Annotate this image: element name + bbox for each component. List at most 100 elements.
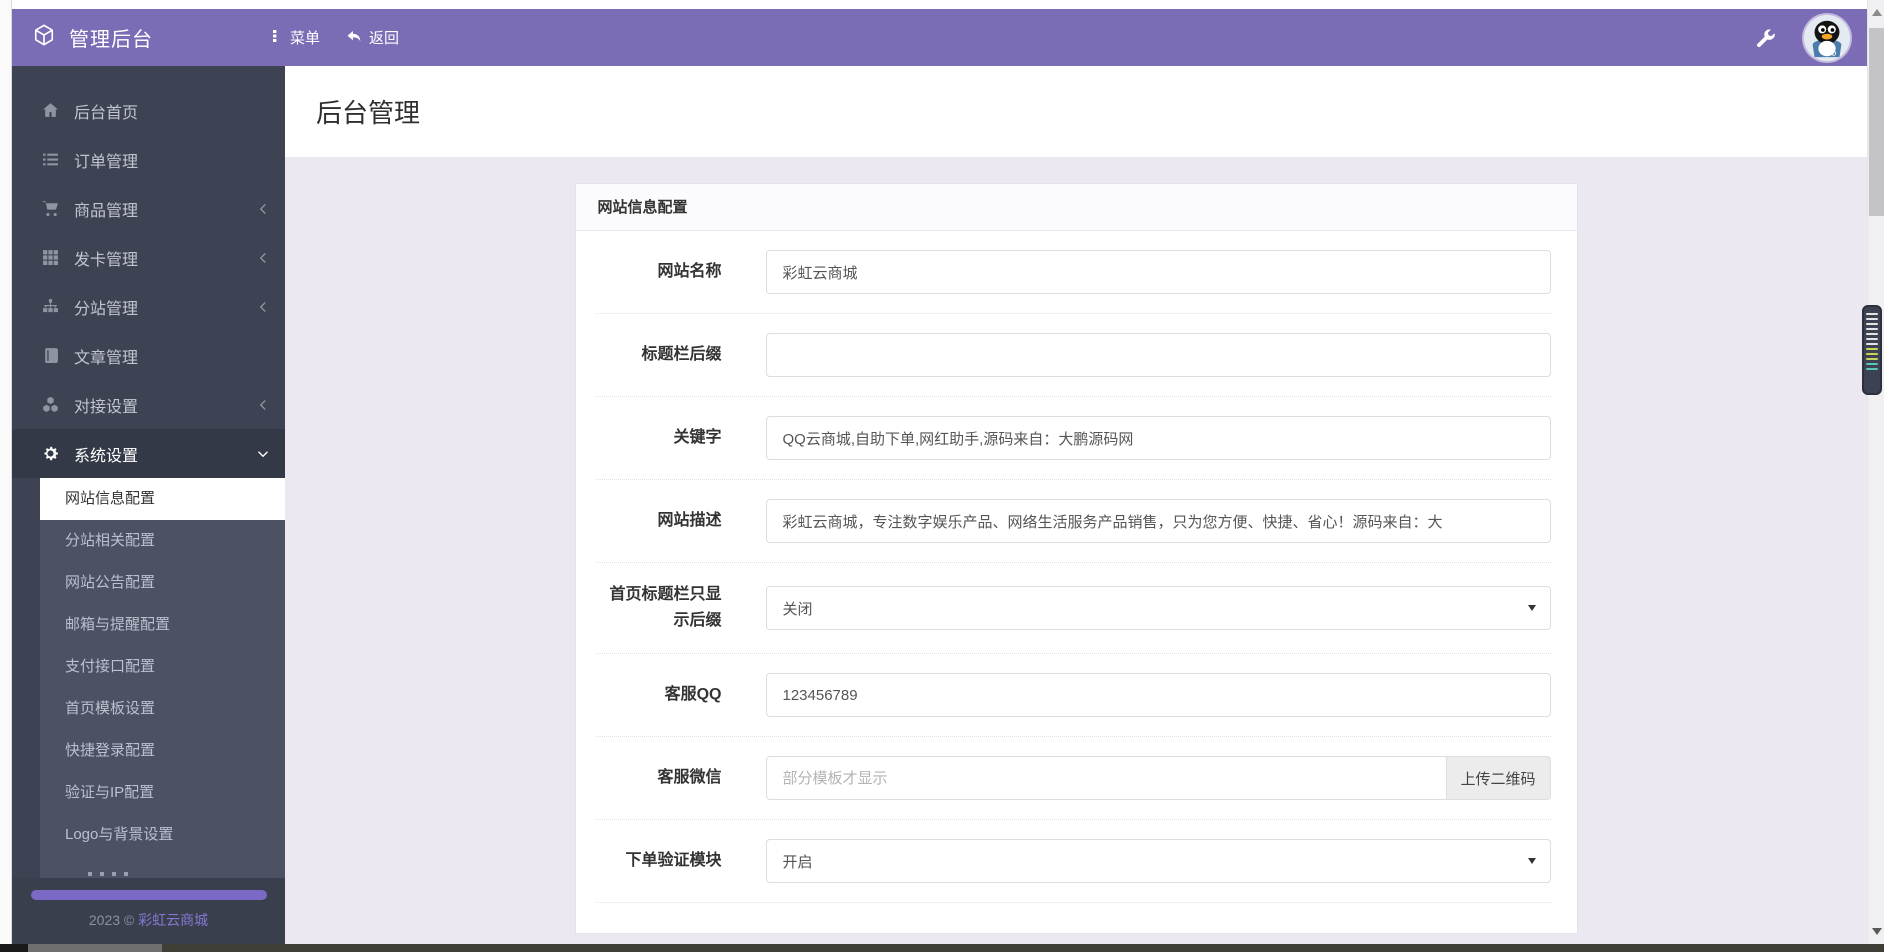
site-info-panel: 网站信息配置 网站名称标题栏后缀关键字网站描述首页标题栏只显示后缀 关闭客服QQ 客… bbox=[574, 183, 1578, 934]
minimap-stripe bbox=[1866, 348, 1878, 350]
sidebar-item-1[interactable]: 订单管理 bbox=[12, 135, 285, 184]
submenu-item-8[interactable]: Logo与背景设置 bbox=[40, 814, 285, 856]
input-0[interactable] bbox=[765, 250, 1551, 294]
field-wrap: 关闭 bbox=[765, 586, 1551, 630]
sidebar-item-3[interactable]: 发卡管理 bbox=[12, 233, 285, 282]
sidebar-item-label: 订单管理 bbox=[74, 153, 139, 171]
submenu-item-4[interactable]: 支付接口配置 bbox=[40, 646, 285, 688]
vertical-scrollbar[interactable] bbox=[1867, 0, 1884, 944]
back-arrow-icon bbox=[346, 28, 362, 48]
caret-down-icon bbox=[1527, 605, 1536, 611]
form-row-6: 客服微信 上传二维码 bbox=[595, 737, 1551, 820]
sidebar-menu: 后台首页订单管理商品管理发卡管理分站管理文章管理对接设置系统设置 bbox=[12, 66, 285, 478]
clipped-text-fragment bbox=[88, 872, 92, 876]
form-row-7: 下单验证模块 开启 bbox=[595, 820, 1551, 903]
panel-title: 网站信息配置 bbox=[575, 184, 1577, 231]
user-avatar[interactable] bbox=[1804, 14, 1850, 61]
main-area: 后台管理 网站信息配置 网站名称标题栏后缀关键字网站描述首页标题栏只显示后缀 关闭… bbox=[285, 66, 1867, 944]
input-6[interactable] bbox=[765, 756, 1447, 800]
input-5[interactable] bbox=[765, 673, 1551, 717]
content-area: 网站信息配置 网站名称标题栏后缀关键字网站描述首页标题栏只显示后缀 关闭客服QQ 客… bbox=[285, 157, 1867, 944]
submenu-item-2[interactable]: 网站公告配置 bbox=[40, 562, 285, 604]
field-label: 关键字 bbox=[673, 429, 722, 446]
sidebar-footer: 2023 © 彩虹云商城 bbox=[12, 878, 285, 944]
input-1[interactable] bbox=[765, 333, 1551, 377]
scroll-down-arrow-icon[interactable] bbox=[1868, 923, 1884, 940]
gear-icon bbox=[42, 445, 59, 462]
sidebar-item-label: 分站管理 bbox=[74, 300, 139, 318]
sidebar-item-0[interactable]: 后台首页 bbox=[12, 86, 285, 135]
copyright-link[interactable]: 彩虹云商城 bbox=[138, 912, 208, 928]
vertical-scrollbar-thumb[interactable] bbox=[1869, 28, 1884, 216]
sidebar-item-label: 发卡管理 bbox=[74, 251, 139, 269]
submenu-item-6[interactable]: 快捷登录配置 bbox=[40, 730, 285, 772]
brand[interactable]: 管理后台 bbox=[12, 23, 267, 52]
field-wrap: 开启 bbox=[765, 839, 1551, 883]
form-row-4: 首页标题栏只显示后缀 关闭 bbox=[595, 563, 1551, 654]
sidebar: 后台首页 订单管理 商品管理 发卡管理 分站管理 文章管理 对接设置 系统设置 网站信息配置分… bbox=[12, 66, 285, 944]
field-wrap bbox=[765, 333, 1551, 377]
sidebar-item-label: 对接设置 bbox=[74, 398, 139, 416]
upload-qrcode-button[interactable]: 上传二维码 bbox=[1446, 756, 1551, 800]
field-label: 客服微信 bbox=[657, 769, 722, 786]
wrench-icon[interactable] bbox=[1756, 28, 1776, 48]
sidebar-item-2[interactable]: 商品管理 bbox=[12, 184, 285, 233]
input-2[interactable] bbox=[765, 416, 1551, 460]
submenu-item-1[interactable]: 分站相关配置 bbox=[40, 520, 285, 562]
submenu-item-3[interactable]: 邮箱与提醒配置 bbox=[40, 604, 285, 646]
input-3[interactable] bbox=[765, 499, 1551, 543]
sidebar-item-6[interactable]: 对接设置 bbox=[12, 380, 285, 429]
page-header: 后台管理 bbox=[285, 66, 1867, 157]
system-settings-submenu: 网站信息配置 分站相关配置 网站公告配置 邮箱与提醒配置 支付接口配置 首页模板设置 快捷登… bbox=[40, 478, 285, 878]
topnav: 菜单 返回 bbox=[267, 27, 399, 48]
form-row-0: 网站名称 bbox=[595, 231, 1551, 314]
sidebar-item-7[interactable]: 系统设置 bbox=[12, 429, 285, 478]
sidebar-scroll-pill[interactable] bbox=[30, 890, 267, 900]
select-value: 关闭 bbox=[782, 600, 813, 618]
scroll-minimap-widget[interactable] bbox=[1862, 305, 1882, 395]
topbar: 管理后台 菜单 返回 bbox=[12, 9, 1867, 66]
minimap-stripe bbox=[1866, 338, 1878, 340]
admin-app: 管理后台 菜单 返回 后台首页 订单管理 商品管理 发卡管理 分站管理 文章管理… bbox=[12, 9, 1867, 944]
field-wrap bbox=[765, 416, 1551, 460]
horizontal-scrollbar-thumb[interactable] bbox=[28, 944, 162, 952]
chevron-left-icon bbox=[257, 252, 269, 264]
submenu-item-0[interactable]: 网站信息配置 bbox=[40, 478, 285, 520]
minimap-stripe bbox=[1866, 343, 1878, 345]
home-icon bbox=[42, 102, 59, 119]
horizontal-scrollbar[interactable] bbox=[0, 944, 1884, 952]
field-label: 首页标题栏只显示后缀 bbox=[609, 586, 722, 629]
copyright-year: 2023 © bbox=[88, 912, 139, 928]
minimap-stripe bbox=[1866, 318, 1878, 320]
submenu-item-5[interactable]: 首页模板设置 bbox=[40, 688, 285, 730]
field-label: 网站描述 bbox=[657, 512, 722, 529]
sidebar-item-5[interactable]: 文章管理 bbox=[12, 331, 285, 380]
field-wrap bbox=[765, 499, 1551, 543]
minimap-stripe bbox=[1866, 363, 1878, 365]
field-wrap bbox=[765, 673, 1551, 717]
form-row-1: 标题栏后缀 bbox=[595, 314, 1551, 397]
select-7[interactable]: 开启 bbox=[765, 839, 1551, 883]
minimap-stripe bbox=[1866, 358, 1878, 360]
minimap-stripe bbox=[1866, 323, 1878, 325]
back-button[interactable]: 返回 bbox=[346, 27, 399, 48]
form-row-5: 客服QQ bbox=[595, 654, 1551, 737]
field-wrap bbox=[765, 250, 1551, 294]
select-4[interactable]: 关闭 bbox=[765, 586, 1551, 630]
app-body: 后台首页 订单管理 商品管理 发卡管理 分站管理 文章管理 对接设置 系统设置 网站信息配置分… bbox=[12, 66, 1867, 944]
sidebar-item-label: 文章管理 bbox=[74, 349, 139, 367]
submenu-item-7[interactable]: 验证与IP配置 bbox=[40, 772, 285, 814]
scroll-up-arrow-icon[interactable] bbox=[1868, 4, 1884, 21]
brand-title: 管理后台 bbox=[69, 29, 153, 51]
scrollbar-corner bbox=[0, 944, 28, 952]
chevron-left-icon bbox=[257, 203, 269, 215]
select-value: 开启 bbox=[782, 853, 813, 871]
minimap-stripe bbox=[1866, 313, 1878, 315]
sidebar-item-4[interactable]: 分站管理 bbox=[12, 282, 285, 331]
field-label: 下单验证模块 bbox=[625, 852, 722, 869]
menu-toggle-button[interactable]: 菜单 bbox=[267, 27, 320, 48]
menu-toggle-label: 菜单 bbox=[290, 30, 321, 47]
chevron-left-icon bbox=[257, 399, 269, 411]
clipped-submenu-item[interactable] bbox=[40, 856, 285, 878]
chevron-down-icon bbox=[257, 448, 269, 460]
